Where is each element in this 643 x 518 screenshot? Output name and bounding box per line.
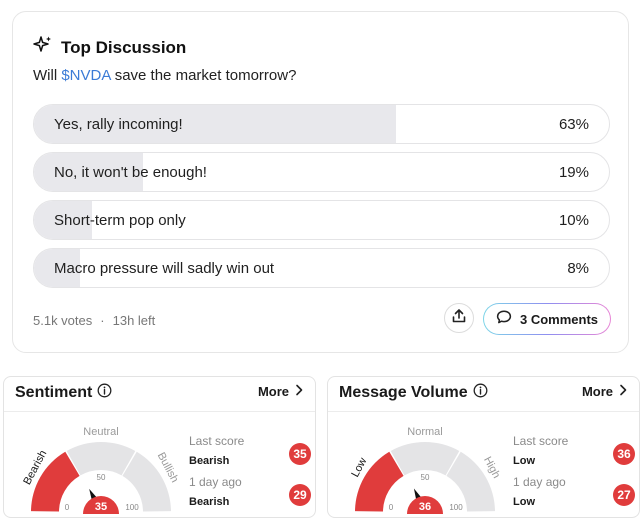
poll-option-4[interactable]: Macro pressure will sadly win out 8%	[33, 248, 610, 288]
share-icon	[451, 308, 467, 329]
sentiment-title: Sentiment	[15, 384, 93, 401]
poll-option-label: No, it won't be enough!	[54, 164, 207, 181]
sentiment-more-link[interactable]: More	[258, 384, 303, 399]
previous-score-value: Low	[513, 496, 535, 508]
more-label: More	[581, 384, 613, 399]
gauge-max-tick: 100	[125, 503, 139, 512]
poll-option-1[interactable]: Yes, rally incoming! 63%	[33, 104, 610, 144]
gauge-mid-label: Neutral	[83, 426, 118, 438]
comment-bubble-icon	[496, 309, 512, 330]
sparkle-icon	[33, 35, 53, 60]
volume-title-row: Message Volume	[339, 383, 488, 403]
previous-score-label: 1 day ago	[189, 475, 242, 489]
last-score-value: Low	[513, 455, 535, 467]
vote-count: 5.1k votes	[33, 313, 93, 328]
more-label: More	[257, 384, 289, 399]
last-score-label: Last score	[189, 434, 245, 448]
gauge-mid-tick: 50	[97, 473, 106, 482]
info-icon[interactable]	[473, 383, 488, 403]
last-score-value: Bearish	[189, 455, 230, 467]
last-score-badge: 36	[613, 443, 635, 465]
question-suffix: save the market tomorrow?	[110, 67, 297, 84]
poll-option-percent: 19%	[558, 164, 589, 181]
discussion-title: Top Discussion	[61, 37, 187, 57]
info-icon[interactable]	[97, 383, 112, 403]
discussion-header: Top Discussion	[33, 35, 186, 60]
share-button[interactable]	[444, 303, 474, 333]
volume-gauge: LowNormalHigh05010036	[349, 426, 502, 514]
comments-label: 3 Comments	[519, 311, 599, 327]
ticker-link[interactable]: $NVDA	[61, 67, 110, 84]
poll-option-label: Short-term pop only	[54, 212, 186, 229]
volume-title: Message Volume	[339, 384, 468, 401]
gauge-value-text: 35	[95, 501, 107, 513]
gauge-segment-mid	[390, 442, 460, 476]
volume-header: Message Volume More	[328, 377, 639, 412]
last-score-badge: 35	[289, 443, 311, 465]
previous-score-label: 1 day ago	[513, 475, 566, 489]
last-score-row: Last score Low 36	[513, 434, 635, 474]
comments-button[interactable]: 3 Comments	[483, 303, 611, 335]
time-left: 13h left	[112, 313, 156, 328]
poll-option-label: Yes, rally incoming!	[54, 116, 183, 133]
meta-separator: ·	[100, 313, 105, 328]
gauge-mid-tick: 50	[421, 473, 430, 482]
last-score-row: Last score Bearish 35	[189, 434, 311, 474]
gauge-min-tick: 0	[65, 503, 70, 512]
chevron-right-icon	[289, 384, 303, 399]
gauge-max-tick: 100	[449, 503, 463, 512]
sentiment-panel: Sentiment More Bearish Neutral Bullish 0 50 1…	[3, 376, 316, 518]
sentiment-title-row: Sentiment	[15, 383, 112, 403]
message-volume-panel: Message Volume More Low Normal High 0 50 100 3…	[327, 376, 640, 518]
previous-score-badge: 27	[613, 484, 635, 506]
sentiment-gauge: BearishNeutralBullish05010035	[21, 426, 181, 514]
previous-score-badge: 29	[289, 484, 311, 506]
previous-score-row: 1 day ago Bearish 29	[189, 475, 311, 515]
discussion-question: Will $NVDA save the market tomorrow?	[33, 67, 296, 84]
poll-option-3[interactable]: Short-term pop only 10%	[33, 200, 610, 240]
previous-score-row: 1 day ago Low 27	[513, 475, 635, 515]
gauge-mid-label: Normal	[407, 426, 442, 438]
poll-option-percent: 10%	[558, 212, 589, 229]
chevron-right-icon	[613, 384, 627, 399]
gauge-value-text: 36	[419, 501, 431, 513]
poll-meta: 5.1k votes · 13h left	[33, 313, 155, 328]
poll-option-label: Macro pressure will sadly win out	[54, 260, 275, 277]
volume-more-link[interactable]: More	[582, 384, 627, 399]
poll-option-percent: 63%	[558, 116, 589, 133]
gauge-min-tick: 0	[389, 503, 394, 512]
top-discussion-card: Top Discussion Will $NVDA save the marke…	[12, 11, 629, 353]
question-prefix: Will	[33, 67, 62, 84]
poll-option-percent: 8%	[567, 260, 589, 277]
poll-option-2[interactable]: No, it won't be enough! 19%	[33, 152, 610, 192]
previous-score-value: Bearish	[189, 496, 230, 508]
gauge-segment-mid	[66, 442, 136, 476]
sentiment-header: Sentiment More	[4, 377, 315, 412]
last-score-label: Last score	[513, 434, 569, 448]
